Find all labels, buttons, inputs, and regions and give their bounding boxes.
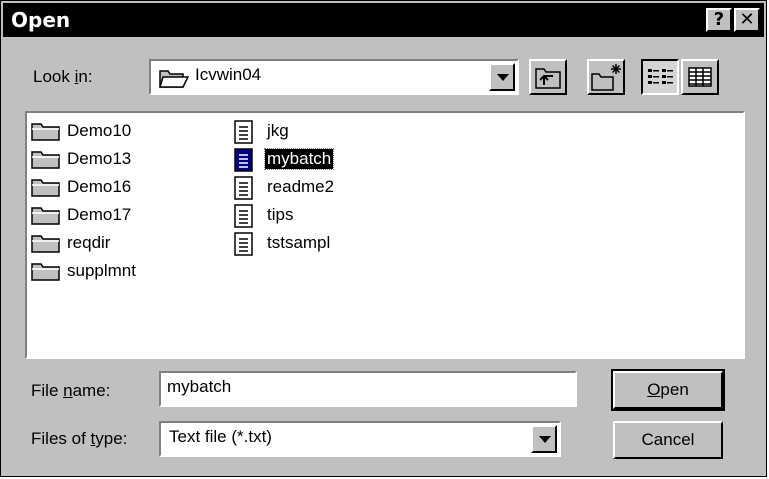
text-file-icon	[231, 232, 261, 261]
folder-icon	[31, 232, 61, 259]
folder-icon	[31, 176, 61, 203]
folder-name: Demo17	[67, 205, 132, 224]
list-view-icon	[643, 69, 677, 97]
file-type-value: Text file (*.txt)	[169, 427, 272, 446]
file-name: mybatch	[263, 148, 335, 170]
open-button[interactable]: Open	[611, 369, 725, 411]
folder-name: supplmnt	[67, 261, 136, 280]
up-one-level-icon	[531, 68, 565, 97]
text-file-icon	[231, 204, 261, 233]
folder-icon	[31, 260, 61, 287]
file-name-input[interactable]	[167, 377, 557, 397]
file-name: tips	[267, 205, 294, 224]
list-view-button[interactable]	[641, 59, 679, 95]
up-one-level-button[interactable]	[529, 59, 567, 95]
file-name: tstsampl	[267, 233, 331, 252]
chevron-down-icon	[539, 436, 551, 443]
text-file-icon	[231, 120, 261, 149]
file-list[interactable]: Demo10 Demo13 Demo16 Demo17 reqdir suppl…	[25, 111, 745, 359]
look-in-dropdown-button[interactable]	[489, 63, 515, 91]
open-folder-icon	[158, 67, 190, 94]
chevron-down-icon	[497, 74, 509, 81]
cancel-button[interactable]: Cancel	[613, 421, 723, 459]
file-name: jkg	[267, 121, 289, 140]
details-view-button[interactable]	[681, 59, 719, 95]
file-type-dropdown[interactable]: Text file (*.txt)	[159, 421, 561, 457]
folder-name: Demo13	[67, 149, 132, 168]
look-in-value: Icvwin04	[195, 65, 262, 84]
title-bar[interactable]: Open ? ✕	[3, 3, 764, 37]
folder-icon	[31, 120, 61, 147]
folder-name: Demo10	[67, 121, 132, 140]
file-name-field[interactable]	[159, 371, 577, 407]
file-name: readme2	[267, 177, 335, 196]
details-view-icon	[683, 67, 717, 97]
folder-icon	[31, 148, 61, 175]
folder-name: Demo16	[67, 177, 132, 196]
file-type-dropdown-button[interactable]	[531, 425, 557, 453]
close-button[interactable]: ✕	[734, 8, 760, 32]
look-in-label: Look in:	[33, 67, 93, 86]
create-new-folder-icon	[589, 64, 623, 97]
dialog-title: Open	[11, 8, 71, 32]
file-name-label: File name:	[31, 381, 111, 400]
create-new-folder-button[interactable]	[587, 59, 625, 95]
folder-icon	[31, 204, 61, 231]
text-file-icon	[231, 176, 261, 205]
folder-name: reqdir	[67, 233, 111, 252]
text-file-icon	[231, 148, 261, 177]
look-in-dropdown[interactable]: Icvwin04	[149, 59, 519, 95]
help-button[interactable]: ?	[706, 8, 732, 32]
open-dialog: Open ? ✕ Look in: Icvwin04 Demo10 Demo13…	[0, 0, 767, 477]
file-type-label: Files of type:	[31, 429, 128, 448]
